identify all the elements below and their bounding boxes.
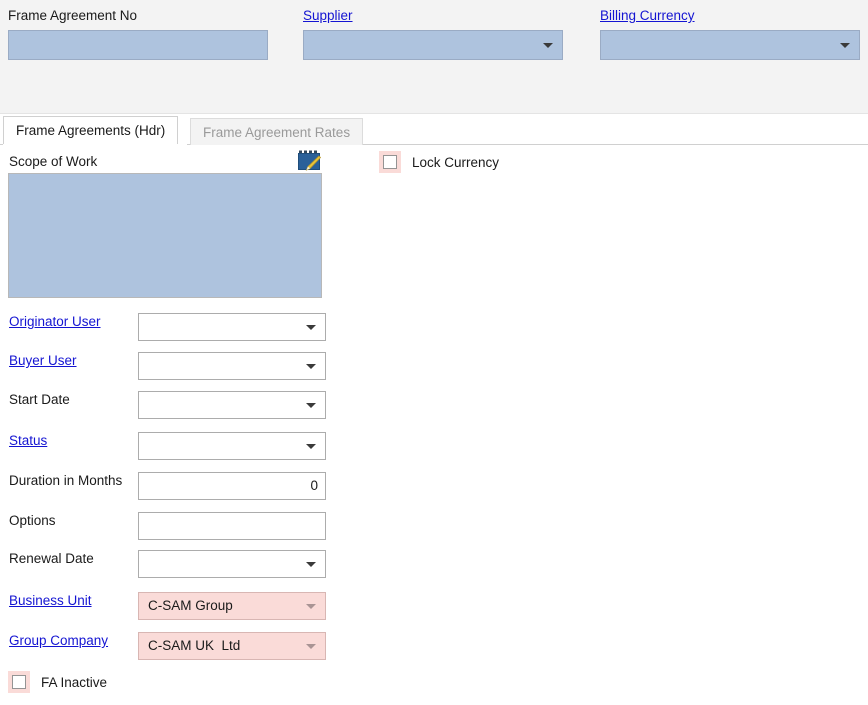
fa-inactive-checkbox[interactable] — [8, 671, 30, 693]
options-input[interactable] — [138, 512, 326, 540]
originator-user-label-link[interactable]: Originator User — [9, 313, 134, 330]
fa-inactive-label: FA Inactive — [41, 674, 108, 690]
chevron-down-icon — [306, 444, 316, 449]
row-status: Status — [0, 432, 340, 460]
supplier-group: Supplier — [303, 8, 563, 60]
row-group-company: Group Company C-SAM UK Ltd — [0, 632, 340, 660]
checkbox-box — [12, 675, 26, 689]
row-renewal-date: Renewal Date — [0, 550, 340, 578]
business-unit-dropdown[interactable]: C-SAM Group — [138, 592, 326, 620]
renewal-date-label: Renewal Date — [9, 551, 94, 566]
chevron-down-icon — [840, 43, 850, 48]
start-date-label: Start Date — [9, 392, 70, 407]
supplier-label-link[interactable]: Supplier — [303, 8, 563, 24]
frame-agreement-no-group: Frame Agreement No — [8, 8, 268, 60]
group-company-value: C-SAM UK Ltd — [148, 638, 241, 653]
billing-currency-label-link[interactable]: Billing Currency — [600, 8, 860, 24]
buyer-user-dropdown[interactable] — [138, 352, 326, 380]
lock-currency-row: Lock Currency — [379, 151, 499, 173]
group-company-dropdown[interactable]: C-SAM UK Ltd — [138, 632, 326, 660]
lock-currency-label: Lock Currency — [412, 154, 500, 170]
frame-agreement-no-label: Frame Agreement No — [8, 8, 138, 23]
frame-agreement-no-input[interactable] — [8, 30, 268, 60]
chevron-down-icon — [306, 644, 316, 649]
tab-panel-frame-agreements-hdr: Scope of Work Lock Currency Originator U… — [0, 145, 868, 705]
chevron-down-icon — [306, 604, 316, 609]
duration-in-months-label: Duration in Months — [9, 473, 123, 488]
fa-inactive-row: FA Inactive — [8, 671, 107, 693]
originator-user-dropdown[interactable] — [138, 313, 326, 341]
row-originator-user: Originator User — [0, 313, 340, 341]
options-label: Options — [9, 513, 56, 528]
business-unit-value: C-SAM Group — [148, 598, 233, 613]
scope-of-work-label: Scope of Work — [9, 154, 98, 169]
status-dropdown[interactable] — [138, 432, 326, 460]
notepad-edit-icon[interactable] — [298, 150, 322, 172]
scope-of-work-textarea[interactable] — [8, 173, 322, 298]
lock-currency-checkbox[interactable] — [379, 151, 401, 173]
billing-currency-group: Billing Currency — [600, 8, 860, 60]
tab-frame-agreement-rates[interactable]: Frame Agreement Rates — [190, 118, 364, 145]
row-buyer-user: Buyer User — [0, 352, 340, 380]
duration-in-months-input[interactable]: 0 — [138, 472, 326, 500]
checkbox-box — [383, 155, 397, 169]
group-company-label-link[interactable]: Group Company — [9, 632, 134, 649]
supplier-dropdown[interactable] — [303, 30, 563, 60]
renewal-date-dropdown[interactable] — [138, 550, 326, 578]
tabstrip: Frame Agreements (Hdr) Frame Agreement R… — [0, 113, 868, 145]
chevron-down-icon — [306, 325, 316, 330]
start-date-dropdown[interactable] — [138, 391, 326, 419]
row-business-unit: Business Unit C-SAM Group — [0, 592, 340, 620]
tab-frame-agreements-hdr[interactable]: Frame Agreements (Hdr) — [3, 116, 179, 145]
chevron-down-icon — [306, 364, 316, 369]
chevron-down-icon — [306, 403, 316, 408]
active-tab-mask — [3, 144, 187, 145]
chevron-down-icon — [306, 562, 316, 567]
buyer-user-label-link[interactable]: Buyer User — [9, 352, 134, 369]
row-start-date: Start Date — [0, 391, 340, 419]
status-label-link[interactable]: Status — [9, 432, 134, 449]
chevron-down-icon — [543, 43, 553, 48]
billing-currency-dropdown[interactable] — [600, 30, 860, 60]
business-unit-label-link[interactable]: Business Unit — [9, 592, 134, 609]
